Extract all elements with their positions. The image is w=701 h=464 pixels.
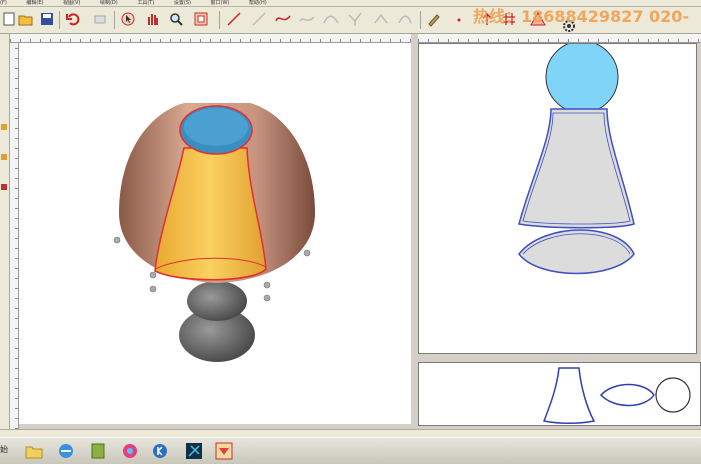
pan-icon[interactable] xyxy=(143,10,161,28)
start-button-label[interactable]: 始 xyxy=(0,444,8,455)
folder-icon[interactable] xyxy=(24,442,44,460)
viewport-splitter[interactable] xyxy=(412,34,417,428)
redo-icon[interactable] xyxy=(91,10,109,28)
active-app-icon[interactable] xyxy=(214,442,234,460)
front-top-circle xyxy=(545,40,619,114)
menu-item-window[interactable]: 窗口(W) xyxy=(211,0,230,6)
curve-icon[interactable] xyxy=(274,10,292,28)
menu-item-settings[interactable]: 设置(S) xyxy=(174,0,191,6)
browser-icon[interactable] xyxy=(56,442,76,460)
zoom-extents-icon[interactable] xyxy=(192,10,210,28)
menu-item-help[interactable]: 帮助(H) xyxy=(249,0,267,6)
polyline-icon-2[interactable] xyxy=(372,10,390,28)
k-app-icon[interactable] xyxy=(150,442,170,460)
polyline-icon[interactable] xyxy=(250,10,268,28)
lamp-3d-render xyxy=(113,103,315,362)
document-icon[interactable] xyxy=(88,442,108,460)
bottom-lens-shape xyxy=(599,383,655,407)
menu-item-view[interactable]: 视图(V) xyxy=(63,0,80,6)
zoom-icon[interactable] xyxy=(167,10,185,28)
taskbar: 始 xyxy=(0,437,701,464)
menu-item-draw[interactable]: 绘制(D) xyxy=(100,0,118,6)
point-icon[interactable] xyxy=(450,10,468,28)
pen-icon[interactable] xyxy=(425,10,443,28)
menu-item-edit[interactable]: 编辑(E) xyxy=(26,0,43,6)
undo-icon[interactable] xyxy=(64,10,82,28)
bottom-circle-shape xyxy=(655,377,691,413)
horizontal-ruler-left xyxy=(10,34,411,43)
left-tool-strip xyxy=(0,34,10,429)
arc-icon-2[interactable] xyxy=(396,10,414,28)
front-viewport[interactable] xyxy=(418,40,697,354)
viewport-splitter-horizontal[interactable] xyxy=(417,355,701,361)
new-icon[interactable] xyxy=(0,10,18,28)
bottom-viewport[interactable] xyxy=(418,362,701,426)
line-icon[interactable] xyxy=(225,10,243,28)
menu-item-file[interactable]: (F) xyxy=(0,0,7,6)
arc-icon[interactable] xyxy=(322,10,340,28)
control-point-icon[interactable] xyxy=(346,10,364,28)
front-lens-profile xyxy=(518,229,635,275)
save-icon[interactable] xyxy=(38,10,56,28)
open-icon[interactable] xyxy=(17,10,35,28)
front-profile-drawing xyxy=(518,40,635,275)
menu-item-tools[interactable]: 工具(T) xyxy=(137,0,154,6)
select-icon[interactable] xyxy=(119,10,137,28)
hotline-watermark: 热线：18688429827 020- xyxy=(473,7,690,26)
lamp-base-upper xyxy=(187,281,247,321)
media-icon[interactable] xyxy=(120,442,140,460)
vertical-ruler xyxy=(10,43,19,429)
main-toolbar: 热线：18688429827 020- xyxy=(0,7,701,34)
bottom-shapes-drawing xyxy=(542,367,691,424)
perspective-viewport[interactable] xyxy=(19,43,411,424)
cad-app-icon[interactable] xyxy=(184,442,204,460)
bottom-shade-shape xyxy=(542,367,596,424)
horizontal-ruler-right xyxy=(418,34,701,43)
front-shade-profile xyxy=(518,108,635,229)
wave-icon[interactable] xyxy=(298,10,316,28)
